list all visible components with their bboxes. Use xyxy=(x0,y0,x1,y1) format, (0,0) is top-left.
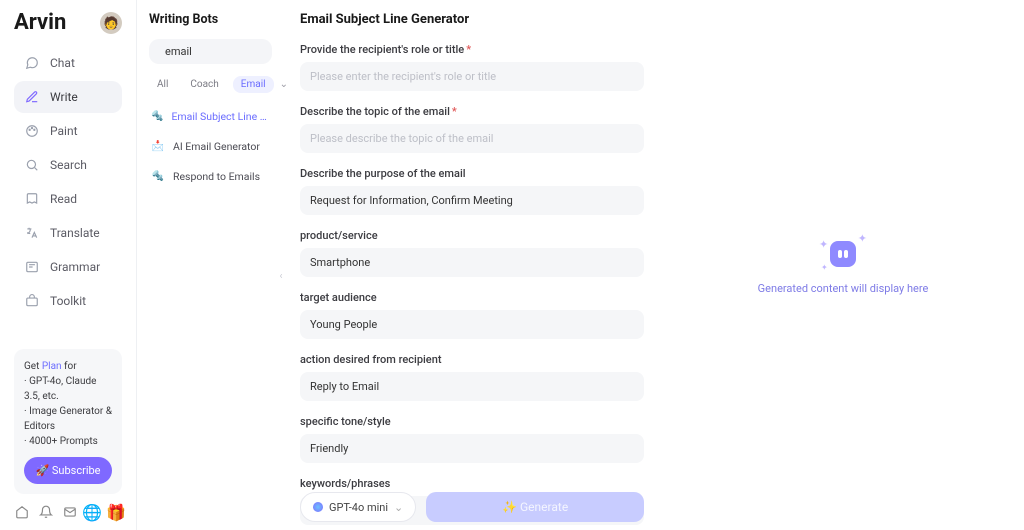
plan-link[interactable]: Plan xyxy=(42,361,62,372)
search-icon xyxy=(24,157,40,173)
nav-paint[interactable]: Paint xyxy=(14,115,122,147)
plan-line: · Image Generator & Editors xyxy=(24,404,112,434)
mail-icon[interactable] xyxy=(62,504,78,520)
role-label: Provide the recipient's role or title* xyxy=(300,43,644,56)
form-panel: ‹ Email Subject Line Generator Provide t… xyxy=(282,0,662,530)
nav-label: Translate xyxy=(50,226,100,240)
bot-icon: 🔩 xyxy=(151,169,165,183)
model-dot-icon xyxy=(313,502,323,512)
plan-promo: Get Plan for · GPT-4o, Claude 3.5, etc. … xyxy=(14,349,122,494)
bot-item-subject-line[interactable]: 🔩 Email Subject Line Gen... xyxy=(149,103,272,129)
product-input[interactable] xyxy=(300,248,644,277)
nav-label: Write xyxy=(50,90,78,104)
tone-label: specific tone/style xyxy=(300,415,644,428)
action-label: action desired from recipient xyxy=(300,353,644,366)
bell-icon[interactable] xyxy=(38,504,54,520)
purpose-label: Describe the purpose of the email xyxy=(300,167,644,180)
keywords-label: keywords/phrases xyxy=(300,477,644,490)
bot-item-respond[interactable]: 🔩 Respond to Emails xyxy=(149,163,272,189)
nav-chat[interactable]: Chat xyxy=(14,47,122,79)
audience-input[interactable] xyxy=(300,310,644,339)
output-placeholder-icon: ✦ ✦ ✦ xyxy=(825,236,861,272)
form-title: Email Subject Line Generator xyxy=(300,12,644,27)
topic-label: Describe the topic of the email* xyxy=(300,105,644,118)
plan-prefix: Get xyxy=(24,361,42,372)
output-placeholder-text: Generated content will display here xyxy=(758,282,929,295)
role-input[interactable] xyxy=(300,62,644,91)
nav-label: Read xyxy=(50,192,77,206)
read-icon xyxy=(24,191,40,207)
plan-line: · 4000+ Prompts xyxy=(24,434,112,449)
nav-translate[interactable]: Translate xyxy=(14,217,122,249)
bot-label: Email Subject Line Gen... xyxy=(171,110,270,123)
avatar[interactable]: 🧑 xyxy=(100,12,122,34)
nav-toolkit[interactable]: Toolkit xyxy=(14,285,122,317)
plan-suffix: for xyxy=(62,361,77,372)
grammar-icon xyxy=(24,259,40,275)
paint-icon xyxy=(24,123,40,139)
collapse-handle[interactable]: ‹ xyxy=(276,265,286,287)
nav-label: Chat xyxy=(50,56,75,70)
home-icon[interactable] xyxy=(14,504,30,520)
plan-line: · GPT-4o, Claude 3.5, etc. xyxy=(24,374,112,404)
tab-coach[interactable]: Coach xyxy=(182,76,226,93)
generate-button[interactable]: ✨ Generate xyxy=(426,492,644,522)
brand-logo: Arvin xyxy=(14,10,66,35)
bots-search[interactable] xyxy=(149,39,272,64)
model-label: GPT-4o mini xyxy=(329,501,388,514)
bots-panel: Writing Bots All Coach Email ⌄ 🔩 Email S… xyxy=(136,0,282,530)
tab-email[interactable]: Email xyxy=(233,76,274,93)
nav-label: Search xyxy=(50,158,87,172)
bot-icon: 📩 xyxy=(151,139,165,153)
tone-input[interactable] xyxy=(300,434,644,463)
output-panel: ✦ ✦ ✦ Generated content will display her… xyxy=(662,0,1024,530)
gift-icon[interactable]: 🎁 xyxy=(108,504,124,520)
toolkit-icon xyxy=(24,293,40,309)
purpose-input[interactable] xyxy=(300,186,644,215)
nav-search[interactable]: Search xyxy=(14,149,122,181)
write-icon xyxy=(24,89,40,105)
product-label: product/service xyxy=(300,229,644,242)
chevron-down-icon: ⌄ xyxy=(394,501,403,514)
bot-item-ai-email[interactable]: 📩 AI Email Generator xyxy=(149,133,272,159)
subscribe-button[interactable]: 🚀 Subscribe xyxy=(24,457,112,484)
bot-icon: 🔩 xyxy=(151,109,163,123)
nav-label: Toolkit xyxy=(50,294,86,308)
tab-all[interactable]: All xyxy=(149,76,176,93)
audience-label: target audience xyxy=(300,291,644,304)
nav-read[interactable]: Read xyxy=(14,183,122,215)
sidebar-left: Arvin 🧑 Chat Write Paint Search Rea xyxy=(0,0,136,530)
nav-write[interactable]: Write xyxy=(14,81,122,113)
bots-title: Writing Bots xyxy=(149,12,272,27)
nav-label: Paint xyxy=(50,124,78,138)
chrome-icon[interactable]: 🌐 xyxy=(84,504,100,520)
bot-label: AI Email Generator xyxy=(173,140,260,153)
action-input[interactable] xyxy=(300,372,644,401)
nav-label: Grammar xyxy=(50,260,100,274)
translate-icon xyxy=(24,225,40,241)
model-select[interactable]: GPT-4o mini ⌄ xyxy=(300,492,416,522)
primary-nav: Chat Write Paint Search Read Translate xyxy=(14,47,122,317)
chat-icon xyxy=(24,55,40,71)
topic-input[interactable] xyxy=(300,124,644,153)
bot-label: Respond to Emails xyxy=(173,170,260,183)
nav-grammar[interactable]: Grammar xyxy=(14,251,122,283)
